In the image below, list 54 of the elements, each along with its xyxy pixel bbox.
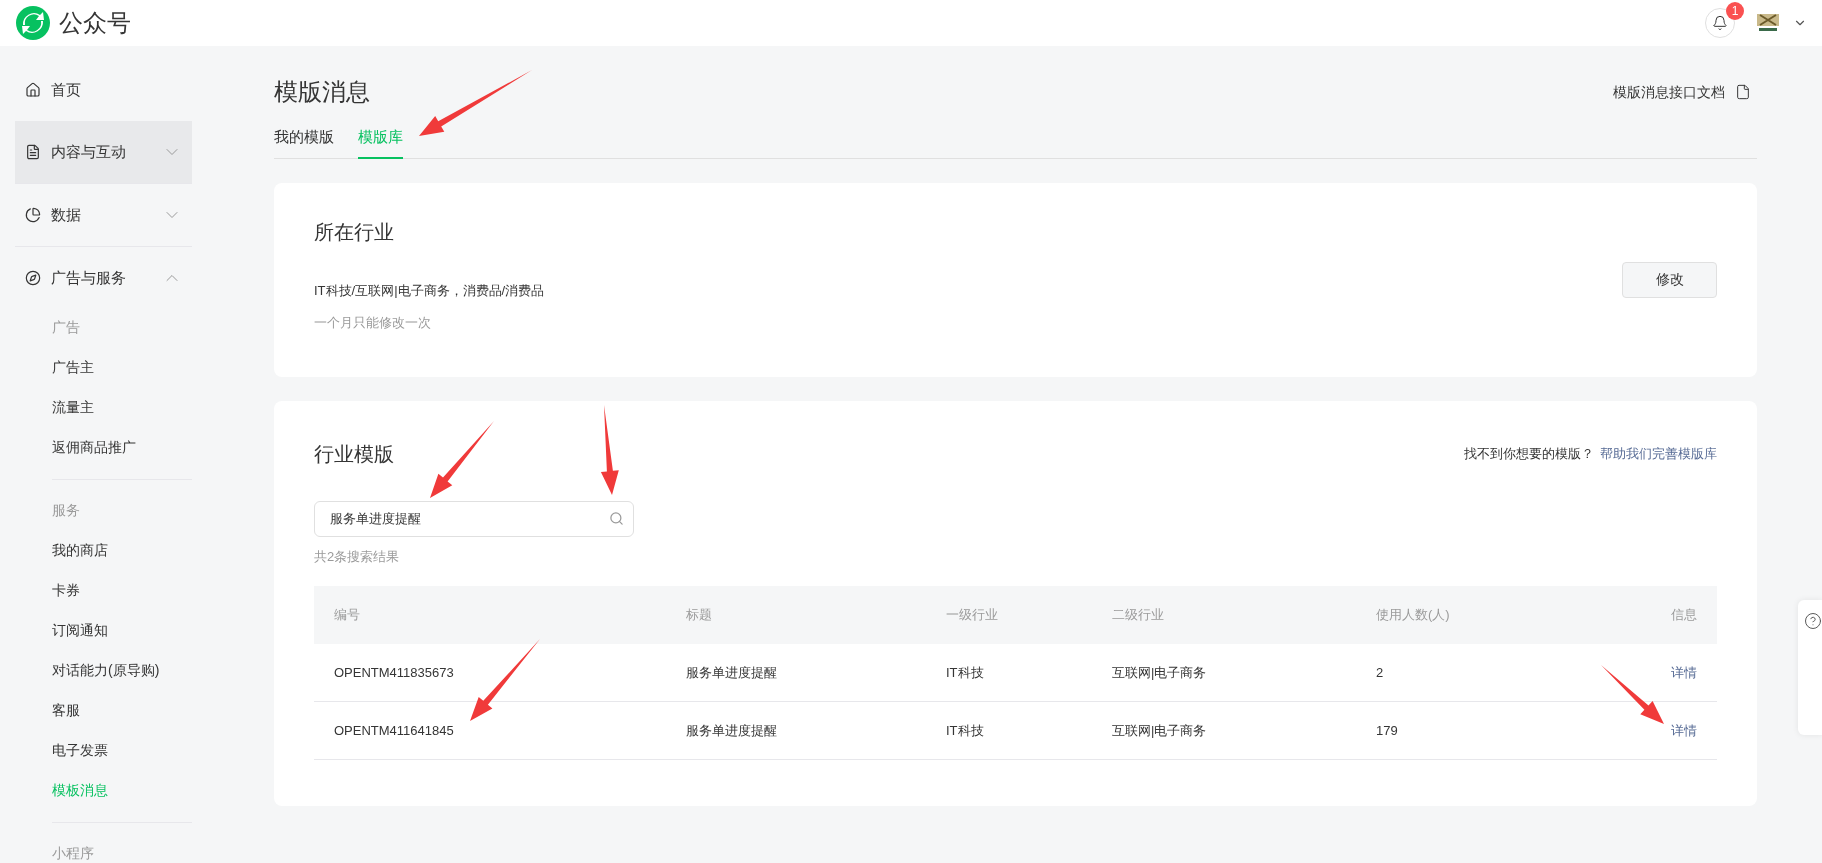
table-cell-text: 2 bbox=[1376, 663, 1384, 682]
column-header: 使用人数(人) bbox=[1376, 606, 1450, 625]
table-cell-text: 互联网|电子商务 bbox=[1112, 663, 1207, 682]
compass-icon bbox=[25, 270, 41, 286]
search-icon[interactable] bbox=[609, 510, 624, 526]
table-cell-text: 服务单进度提醒 bbox=[686, 663, 777, 682]
page-title: 模版消息 bbox=[274, 77, 370, 107]
column-header: 信息 bbox=[1671, 606, 1697, 625]
section-heading: 广告 bbox=[52, 317, 80, 337]
home-icon bbox=[25, 82, 41, 98]
tab[interactable]: 我的模版 bbox=[274, 126, 334, 159]
question-icon bbox=[1804, 612, 1822, 630]
pie-chart-icon bbox=[25, 207, 41, 223]
result-count: 共2条搜索结果 bbox=[314, 547, 400, 566]
avatar-logo-icon bbox=[1755, 12, 1781, 34]
table-cell-text: 服务单进度提醒 bbox=[686, 721, 777, 740]
column-header: 二级行业 bbox=[1112, 606, 1164, 625]
sidebar-item[interactable]: 流量主 bbox=[52, 387, 94, 427]
sidebar-item[interactable]: 返佣商品推广 bbox=[52, 427, 136, 467]
section-heading: 服务 bbox=[52, 500, 80, 520]
section-heading: 小程序 bbox=[52, 843, 94, 863]
column-header: 标题 bbox=[686, 606, 712, 625]
sidebar-item[interactable]: 卡券 bbox=[52, 570, 80, 610]
bell-icon bbox=[1712, 15, 1728, 31]
sidebar-item[interactable]: 订阅通知 bbox=[52, 610, 108, 650]
industry-text: IT科技/互联网|电子商务，消费品/消费品 bbox=[314, 281, 545, 300]
column-header: 编号 bbox=[334, 606, 360, 625]
sidebar-item[interactable]: 对话能力(原导购) bbox=[52, 650, 160, 690]
sidebar-item[interactable]: 客服 bbox=[52, 690, 80, 730]
logo-icon bbox=[15, 5, 51, 41]
doc-link[interactable]: 模版消息接口文档 bbox=[1613, 81, 1751, 103]
question-text: 找不到你想要的模版？ bbox=[1464, 444, 1594, 463]
help-link[interactable]: 帮助我们完善模版库 bbox=[1600, 443, 1717, 464]
document-icon bbox=[1735, 84, 1751, 100]
table-cell-text: OPENTM411835673 bbox=[334, 663, 454, 682]
sidebar-item[interactable]: 电子发票 bbox=[52, 730, 108, 770]
table-cell-text: IT科技 bbox=[946, 663, 984, 682]
table-cell-text: IT科技 bbox=[946, 721, 984, 740]
details-link[interactable]: 详情 bbox=[1671, 720, 1697, 741]
card-title: 所在行业 bbox=[314, 219, 394, 245]
annotation-arrow bbox=[1601, 665, 1664, 724]
table-cell-text: OPENTM411641845 bbox=[334, 721, 454, 740]
card-title: 行业模版 bbox=[314, 441, 394, 467]
sidebar-item[interactable]: 内容与互动 bbox=[15, 121, 192, 183]
edit-button[interactable]: 修改 bbox=[1622, 261, 1717, 298]
sidebar-item[interactable]: 我的商店 bbox=[52, 530, 108, 570]
document-icon bbox=[25, 144, 41, 160]
table-cell-text: 互联网|电子商务 bbox=[1112, 721, 1207, 740]
details-link[interactable]: 详情 bbox=[1671, 662, 1697, 683]
table-cell-text: 179 bbox=[1376, 721, 1398, 740]
search-field[interactable]: 服务单进度提醒 bbox=[314, 500, 634, 537]
notification-badge: 1 bbox=[1726, 2, 1744, 20]
sidebar-item[interactable]: 广告主 bbox=[52, 347, 94, 387]
brand-title: 公众号 bbox=[59, 8, 131, 38]
